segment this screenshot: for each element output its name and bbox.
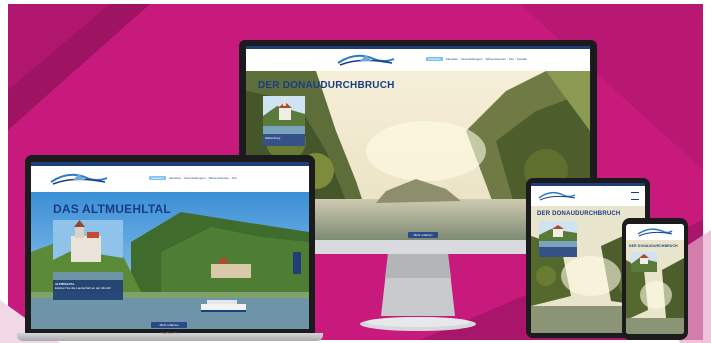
phone-nav: [626, 224, 684, 240]
logo-icon: [50, 173, 108, 185]
monastery-photo: [263, 96, 305, 134]
monastery-photo: [539, 221, 577, 247]
laptop-device: Startseite Aktuelles Veranstaltungen Wis…: [17, 155, 323, 343]
laptop-nav: Startseite Aktuelles Veranstaltungen Wis…: [31, 166, 309, 192]
menu-item[interactable]: Startseite: [149, 176, 166, 180]
monastery-photo: [631, 252, 657, 272]
tablet-inset-card: [539, 221, 577, 257]
laptop-side-widget[interactable]: [293, 252, 301, 274]
phone-headline: DER DONAUDURCHBRUCH: [629, 244, 678, 248]
imac-headline: DER DONAUDURCHBRUCH: [258, 80, 395, 91]
menu-item[interactable]: Wissenswertes: [209, 176, 229, 180]
imac-caption: Weltenburg: [263, 134, 305, 146]
menu-item[interactable]: Startseite: [426, 57, 443, 61]
laptop-screen: Startseite Aktuelles Veranstaltungen Wis…: [31, 162, 309, 329]
laptop-headline: DAS ALTMUEHLTAL: [53, 202, 171, 216]
imac-more-button[interactable]: Mehr erfahren: [408, 232, 438, 238]
menu-icon[interactable]: [631, 192, 639, 200]
tablet-nav: [531, 186, 645, 206]
tablet-caption-bar: [539, 247, 577, 257]
menu-item[interactable]: Info: [509, 57, 514, 61]
tablet-headline: DER DONAUDURCHBRUCH: [537, 211, 621, 217]
menu-item[interactable]: Aktuelles: [446, 57, 458, 61]
menu-item[interactable]: Info: [232, 176, 237, 180]
logo-icon: [538, 191, 576, 201]
laptop-menu: Startseite Aktuelles Veranstaltungen Wis…: [149, 176, 237, 180]
devices-mockup: Startseite Aktuelles Veranstaltungen Wis…: [0, 0, 711, 343]
menu-item[interactable]: Wissenswertes: [486, 57, 506, 61]
imac-menu: Startseite Aktuelles Veranstaltungen Wis…: [426, 57, 527, 61]
imac-inset-card: Weltenburg: [263, 96, 305, 146]
imac-nav: Startseite Aktuelles Veranstaltungen Wis…: [246, 49, 590, 71]
laptop-more-button[interactable]: Mehr erfahren: [151, 322, 187, 328]
phone-device: DER DONAUDURCHBRUCH: [622, 218, 688, 340]
laptop-caption-body: Erleben Sie die Landschaft an der Altmüh…: [55, 286, 111, 290]
laptop-inset-card: ALTMÜHLTAL Erleben Sie die Landschaft an…: [53, 220, 123, 300]
phone-screen: DER DONAUDURCHBRUCH: [626, 224, 684, 334]
logo-icon: [337, 54, 395, 66]
menu-item[interactable]: Veranstaltungen: [184, 176, 206, 180]
menu-item[interactable]: Aktuelles: [169, 176, 181, 180]
castle-photo: [53, 220, 123, 280]
menu-item[interactable]: Veranstaltungen: [461, 57, 483, 61]
laptop-brand: MacBook Pro: [160, 331, 179, 335]
logo-icon: [637, 228, 673, 237]
laptop-caption: ALTMÜHLTAL Erleben Sie die Landschaft an…: [53, 280, 123, 300]
phone-inset-card: [631, 252, 657, 272]
menu-item[interactable]: Kontakt: [517, 57, 527, 61]
